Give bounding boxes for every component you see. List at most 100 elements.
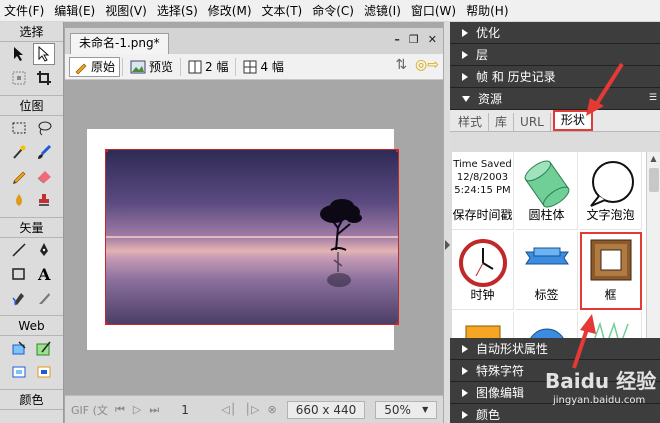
close-icon[interactable]: ✕ <box>428 33 437 46</box>
panel-auto-shape-props[interactable]: 自动形状属性 <box>450 338 660 360</box>
last-frame-icon[interactable]: ⏭ <box>149 403 159 417</box>
shape-box-partial[interactable] <box>452 312 514 338</box>
frame-number: 1 <box>181 402 189 417</box>
menu-edit[interactable]: 编辑(E) <box>49 0 100 22</box>
zoom-select[interactable]: 50% ▼ <box>375 400 438 419</box>
shape-label: 标签 <box>534 288 559 302</box>
panel-image-edit-label: 图像编辑 <box>476 386 525 400</box>
shape-label: 时钟 <box>470 288 495 302</box>
minimize-icon[interactable]: – <box>394 33 400 46</box>
pencil-icon <box>75 63 87 74</box>
view-preview-button[interactable]: 预览 <box>125 57 178 77</box>
panel-frames-history-label: 帧 和 历史记录 <box>476 70 556 84</box>
rectangle-tool-icon[interactable] <box>8 263 30 285</box>
hide-hotspots-icon[interactable] <box>8 361 30 383</box>
show-hotspots-icon[interactable] <box>33 361 55 383</box>
shape-frame[interactable]: 框 <box>580 232 642 310</box>
annotation-arrow-frame <box>572 314 596 369</box>
timestamp-line1: Time Saved <box>453 159 512 170</box>
pencil-tool-icon[interactable] <box>8 165 30 187</box>
quick-export-icon[interactable]: ◎⇨ <box>415 57 439 73</box>
sort-arrows-icon[interactable]: ⇅ <box>395 57 407 73</box>
rubber-stamp-tool-icon[interactable] <box>33 189 55 211</box>
line-tool-icon[interactable] <box>8 239 30 261</box>
view-2up-label: 2 幅 <box>205 60 229 74</box>
first-frame-icon[interactable]: ⏮ <box>115 403 125 417</box>
menu-text[interactable]: 文本(T) <box>257 0 308 22</box>
menu-modify[interactable]: 修改(M) <box>203 0 257 22</box>
next-frame-icon[interactable]: │▷ <box>244 403 259 416</box>
lasso-tool-icon[interactable] <box>33 117 55 139</box>
shape-tag[interactable]: 标签 <box>516 232 578 310</box>
export-format: GIF (文 <box>71 403 108 417</box>
panel-special-chars-label: 特殊字符 <box>476 364 525 378</box>
hotspot-tool-icon[interactable] <box>8 337 30 359</box>
knife-tool-icon[interactable] <box>33 287 55 309</box>
panel-options-icon[interactable]: ☰ <box>649 94 657 103</box>
scroll-thumb[interactable] <box>649 168 659 192</box>
sunset-tree-photo[interactable] <box>105 149 399 325</box>
marquee-tool-icon[interactable] <box>8 117 30 139</box>
eraser-tool-icon[interactable] <box>33 165 55 187</box>
shape-timestamp[interactable]: Time Saved 12/8/2003 5:24:15 PM 保存时间戳 <box>452 152 514 230</box>
shapes-grid: Time Saved 12/8/2003 5:24:15 PM 保存时间戳 圆柱… <box>452 152 646 338</box>
blur-tool-icon[interactable] <box>8 189 30 211</box>
menu-help[interactable]: 帮助(H) <box>461 0 513 22</box>
menu-file[interactable]: 文件(F) <box>0 0 49 22</box>
tools-vector-title: 矢量 <box>0 218 63 238</box>
menu-commands[interactable]: 命令(C) <box>307 0 359 22</box>
tools-select-title: 选择 <box>0 22 63 42</box>
dropdown-arrow-icon: ▼ <box>422 404 429 414</box>
menu-view[interactable]: 视图(V) <box>100 0 152 22</box>
freeform-tool-icon[interactable] <box>8 287 30 309</box>
panel-special-chars[interactable]: 特殊字符 <box>450 360 660 382</box>
tab-url[interactable]: URL <box>514 113 551 131</box>
menu-select[interactable]: 选择(S) <box>152 0 203 22</box>
document-status-bar: GIF (文 ⏮ ▷ ⏭ 1 ◁│ │▷ ⊗ 660 x 440 50% ▼ <box>65 395 443 423</box>
view-original-button[interactable]: 原始 <box>69 56 121 77</box>
pointer-tool-icon[interactable] <box>8 43 30 65</box>
pen-tool-icon[interactable] <box>33 239 55 261</box>
timestamp-icon: Time Saved 12/8/2003 5:24:15 PM <box>453 158 512 197</box>
shape-cylinder[interactable]: 圆柱体 <box>516 152 578 230</box>
panel-colors[interactable]: 颜色 <box>450 404 660 423</box>
subselect-tool-icon[interactable] <box>33 43 56 65</box>
tools-bitmap-title: 位图 <box>0 96 63 116</box>
crop-tool-icon[interactable] <box>33 67 55 89</box>
stop-icon[interactable]: ⊗ <box>267 403 276 416</box>
shape-clock[interactable]: 时钟 <box>452 232 514 310</box>
magic-wand-tool-icon[interactable] <box>8 141 30 163</box>
panel-splitter[interactable] <box>443 22 450 423</box>
view-2up-button[interactable]: 2 幅 <box>183 57 233 77</box>
shape-label: 文字泡泡 <box>586 208 635 222</box>
scale-tool-icon[interactable] <box>8 67 30 89</box>
artboard <box>87 129 399 350</box>
document-tab[interactable]: 未命名-1.png* <box>70 33 169 54</box>
shapes-scrollbar[interactable]: ▲ <box>646 152 660 338</box>
panel-image-edit[interactable]: 图像编辑 <box>450 382 660 404</box>
panel-auto-shape-props-label: 自动形状属性 <box>476 342 549 356</box>
scroll-up-icon[interactable]: ▲ <box>647 152 660 166</box>
view-original-label: 原始 <box>91 60 116 74</box>
brush-tool-icon[interactable] <box>33 141 55 163</box>
shape-speech-bubble[interactable]: 文字泡泡 <box>580 152 642 230</box>
text-tool-icon[interactable]: A <box>33 263 55 285</box>
prev-frame-icon[interactable]: ◁│ <box>221 403 236 416</box>
view-4up-button[interactable]: 4 幅 <box>238 57 288 77</box>
menu-filters[interactable]: 滤镜(I) <box>359 0 406 22</box>
panel-optimize[interactable]: 优化 <box>450 22 660 44</box>
annotation-arrow-tab <box>586 62 624 116</box>
canvas-size: 660 x 440 <box>286 400 366 419</box>
panel-layers-label: 层 <box>476 48 489 62</box>
tab-styles[interactable]: 样式 <box>452 113 490 131</box>
tab-library[interactable]: 库 <box>489 113 515 131</box>
speech-bubble-icon <box>589 161 634 207</box>
timestamp-line3: 5:24:15 PM <box>454 185 511 196</box>
shape-label: 圆柱体 <box>528 208 565 222</box>
view-preview-label: 预览 <box>149 60 174 74</box>
play-icon[interactable]: ▷ <box>133 403 141 417</box>
slice-tool-icon[interactable] <box>33 337 55 359</box>
menu-window[interactable]: 窗口(W) <box>406 0 461 22</box>
restore-icon[interactable]: ❐ <box>409 33 419 46</box>
tag-icon <box>524 247 569 265</box>
